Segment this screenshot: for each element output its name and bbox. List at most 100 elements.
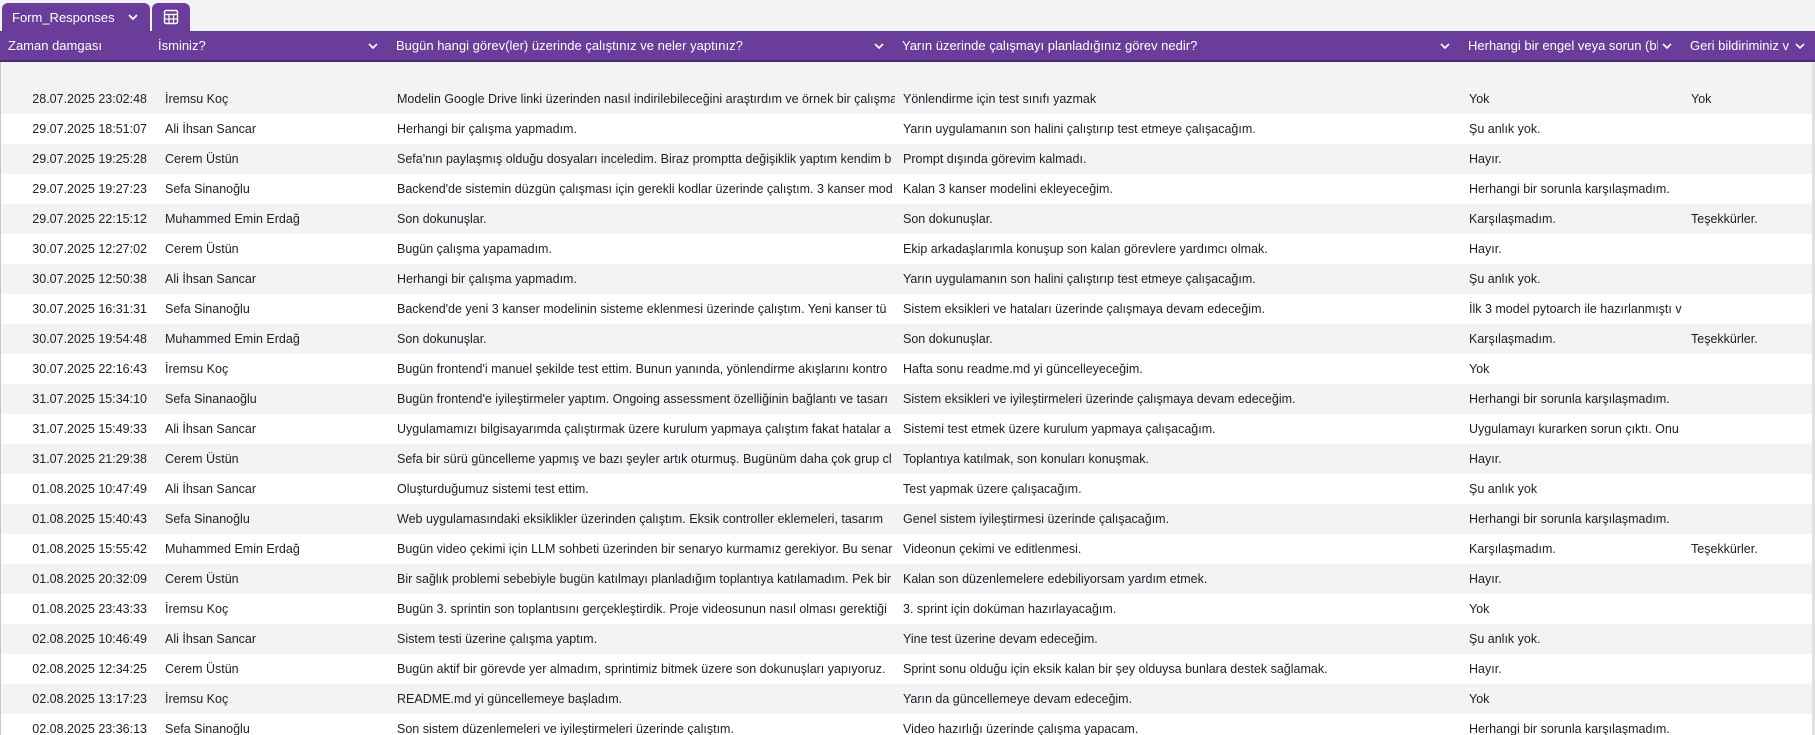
cell-today-tasks[interactable]: Bugün aktif bir görevde yer almadım, spr… xyxy=(389,654,895,684)
cell-name[interactable]: Ali İhsan Sancar xyxy=(157,474,391,504)
table-grid-icon[interactable] xyxy=(152,3,190,31)
cell-timestamp[interactable]: 29.07.2025 19:27:23 xyxy=(1,174,151,204)
cell-tomorrow-plan[interactable]: Sistemi test etmek üzere kurulum yapmaya… xyxy=(895,414,1467,444)
cell-today-tasks[interactable]: Uygulamamızı bilgisayarımda çalıştırmak … xyxy=(389,414,895,444)
cell-timestamp[interactable]: 28.07.2025 23:02:48 xyxy=(1,84,151,114)
column-header-today-tasks[interactable]: Bugün hangi görev(ler) üzerinde çalıştın… xyxy=(388,31,894,60)
table-row[interactable]: 30.07.2025 12:27:02 Cerem Üstün Bugün çalı… xyxy=(1,234,1815,264)
cell-timestamp[interactable]: 01.08.2025 10:47:49 xyxy=(1,474,151,504)
cell-name[interactable]: Cerem Üstün xyxy=(157,234,391,264)
cell-feedback[interactable]: Teşekkürler. xyxy=(1683,204,1813,234)
cell-tomorrow-plan[interactable]: Sistem eksikleri ve hataları üzerinde ça… xyxy=(895,294,1467,324)
cell-blockers[interactable]: İlk 3 model pytoarch ile hazırlanmıştı v xyxy=(1461,294,1683,324)
cell-name[interactable]: Sefa Sinanaoğlu xyxy=(157,384,391,414)
cell-name[interactable]: Sefa Sinanoğlu xyxy=(157,504,391,534)
cell-feedback[interactable] xyxy=(1683,654,1813,684)
cell-today-tasks[interactable]: Sefa bir sürü güncelleme yapmış ve bazı … xyxy=(389,444,895,474)
cell-name[interactable]: Cerem Üstün xyxy=(157,564,391,594)
cell-today-tasks[interactable]: Son dokunuşlar. xyxy=(389,324,895,354)
column-header-feedback[interactable]: Geri bildiriminiz v xyxy=(1682,31,1815,60)
cell-timestamp[interactable]: 29.07.2025 22:15:12 xyxy=(1,204,151,234)
chevron-down-icon[interactable] xyxy=(1436,40,1454,52)
cell-name[interactable]: Sefa Sinanoğlu xyxy=(157,714,391,735)
cell-name[interactable]: Sefa Sinanoğlu xyxy=(157,294,391,324)
cell-tomorrow-plan[interactable] xyxy=(895,62,1467,84)
table-row[interactable]: 28.07.2025 23:02:48 İremsu Koç Modelin Goo… xyxy=(1,84,1815,114)
cell-today-tasks[interactable]: Oluşturduğumuz sistemi test ettim. xyxy=(389,474,895,504)
cell-timestamp[interactable]: 30.07.2025 16:31:31 xyxy=(1,294,151,324)
cell-feedback[interactable] xyxy=(1683,714,1813,735)
cell-tomorrow-plan[interactable]: Genel sistem iyileştirmesi üzerinde çalı… xyxy=(895,504,1467,534)
cell-today-tasks[interactable]: Sistem testi üzerine çalışma yaptım. xyxy=(389,624,895,654)
cell-tomorrow-plan[interactable]: Yarın da güncellemeye devam edeceğim. xyxy=(895,684,1467,714)
cell-today-tasks[interactable]: Web uygulamasındaki eksiklikler üzerinde… xyxy=(389,504,895,534)
cell-name[interactable]: İremsu Koç xyxy=(157,594,391,624)
cell-tomorrow-plan[interactable]: Kalan 3 kanser modelini ekleyeceğim. xyxy=(895,174,1467,204)
cell-blockers[interactable]: Uygulamayı kurarken sorun çıktı. Onu xyxy=(1461,414,1683,444)
cell-timestamp[interactable]: 30.07.2025 12:50:38 xyxy=(1,264,151,294)
cell-today-tasks[interactable]: Bugün frontend'i manuel şekilde test ett… xyxy=(389,354,895,384)
cell-feedback[interactable] xyxy=(1683,62,1813,84)
cell-name[interactable]: İremsu Koç xyxy=(157,684,391,714)
cell-blockers[interactable]: Karşılaşmadım. xyxy=(1461,534,1683,564)
cell-today-tasks[interactable]: Modelin Google Drive linki üzerinden nas… xyxy=(389,84,895,114)
table-row[interactable]: 30.07.2025 19:54:48 Muhammed Emin Erdağ So… xyxy=(1,324,1815,354)
cell-feedback[interactable] xyxy=(1683,174,1813,204)
cell-today-tasks[interactable]: Sefa'nın paylaşmış olduğu dosyaları ince… xyxy=(389,144,895,174)
cell-blockers[interactable]: Şu anlık yok. xyxy=(1461,264,1683,294)
cell-timestamp[interactable]: 31.07.2025 15:34:10 xyxy=(1,384,151,414)
column-header-name[interactable]: İsminiz? xyxy=(150,31,388,60)
table-row[interactable]: 01.08.2025 23:43:33 İremsu Koç Bugün 3. sp… xyxy=(1,594,1815,624)
sheet-tab-form-responses[interactable]: Form_Responses xyxy=(2,3,150,31)
cell-tomorrow-plan[interactable]: Ekip arkadaşlarımla konuşup son kalan gö… xyxy=(895,234,1467,264)
cell-feedback[interactable] xyxy=(1683,144,1813,174)
table-row[interactable]: 29.07.2025 18:51:07 Ali İhsan Sancar Herha… xyxy=(1,114,1815,144)
cell-tomorrow-plan[interactable]: Yine test üzerine devam edeceğim. xyxy=(895,624,1467,654)
cell-timestamp[interactable]: 02.08.2025 12:34:25 xyxy=(1,654,151,684)
column-header-tomorrow-plan[interactable]: Yarın üzerinde çalışmayı planladığınız g… xyxy=(894,31,1460,60)
cell-tomorrow-plan[interactable]: Kalan son düzenlemelere edebiliyorsam ya… xyxy=(895,564,1467,594)
table-row[interactable]: 01.08.2025 20:32:09 Cerem Üstün Bir sağlık… xyxy=(1,564,1815,594)
cell-today-tasks[interactable]: Bugün video çekimi için LLM sohbeti üzer… xyxy=(389,534,895,564)
table-row[interactable]: 29.07.2025 19:25:28 Cerem Üstün Sefa'nın p… xyxy=(1,144,1815,174)
cell-name[interactable] xyxy=(157,62,391,84)
table-row[interactable]: 02.08.2025 13:17:23 İremsu Koç README.md y… xyxy=(1,684,1815,714)
cell-timestamp[interactable]: 01.08.2025 15:40:43 xyxy=(1,504,151,534)
cell-blockers[interactable]: Hayır. xyxy=(1461,654,1683,684)
cell-today-tasks[interactable]: Bugün frontend'e iyileştirmeler yaptım. … xyxy=(389,384,895,414)
cell-blockers[interactable]: Herhangi bir sorunla karşılaşmadım. xyxy=(1461,174,1683,204)
table-row[interactable]: 31.07.2025 15:34:10 Sefa Sinanaoğlu Bugün … xyxy=(1,384,1815,414)
cell-timestamp[interactable]: 02.08.2025 13:17:23 xyxy=(1,684,151,714)
cell-feedback[interactable] xyxy=(1683,594,1813,624)
cell-timestamp[interactable]: 01.08.2025 20:32:09 xyxy=(1,564,151,594)
chevron-down-icon[interactable] xyxy=(1791,40,1809,52)
cell-name[interactable]: Muhammed Emin Erdağ xyxy=(157,324,391,354)
cell-timestamp[interactable]: 02.08.2025 23:36:13 xyxy=(1,714,151,735)
cell-tomorrow-plan[interactable]: Hafta sonu readme.md yi güncelleyeceğim. xyxy=(895,354,1467,384)
cell-tomorrow-plan[interactable]: Video hazırlığı üzerinde çalışma yapacam… xyxy=(895,714,1467,735)
cell-blockers[interactable]: Herhangi bir sorunla karşılaşmadım. xyxy=(1461,504,1683,534)
cell-feedback[interactable] xyxy=(1683,114,1813,144)
chevron-down-icon[interactable] xyxy=(1658,40,1676,52)
table-row[interactable]: 30.07.2025 16:31:31 Sefa Sinanoğlu Backend… xyxy=(1,294,1815,324)
cell-name[interactable]: Ali İhsan Sancar xyxy=(157,624,391,654)
cell-feedback[interactable] xyxy=(1683,384,1813,414)
cell-feedback[interactable]: Yok xyxy=(1683,84,1813,114)
cell-today-tasks[interactable]: Bugün 3. sprintin son toplantısını gerçe… xyxy=(389,594,895,624)
cell-name[interactable]: Muhammed Emin Erdağ xyxy=(157,204,391,234)
cell-name[interactable]: Ali İhsan Sancar xyxy=(157,264,391,294)
cell-blockers[interactable]: Hayır. xyxy=(1461,444,1683,474)
table-row[interactable] xyxy=(1,62,1815,84)
table-row[interactable]: 01.08.2025 10:47:49 Ali İhsan Sancar Oluşt… xyxy=(1,474,1815,504)
cell-blockers[interactable]: Şu anlık yok xyxy=(1461,474,1683,504)
cell-name[interactable]: İremsu Koç xyxy=(157,354,391,384)
cell-today-tasks[interactable]: Herhangi bir çalışma yapmadım. xyxy=(389,264,895,294)
cell-name[interactable]: Cerem Üstün xyxy=(157,654,391,684)
cell-timestamp[interactable]: 31.07.2025 21:29:38 xyxy=(1,444,151,474)
cell-blockers[interactable]: Hayır. xyxy=(1461,234,1683,264)
cell-today-tasks[interactable]: Bir sağlık problemi sebebiyle bugün katı… xyxy=(389,564,895,594)
table-row[interactable]: 30.07.2025 22:16:43 İremsu Koç Bugün front… xyxy=(1,354,1815,384)
cell-timestamp[interactable]: 29.07.2025 18:51:07 xyxy=(1,114,151,144)
cell-tomorrow-plan[interactable]: Sistem eksikleri ve iyileştirmeleri üzer… xyxy=(895,384,1467,414)
table-row[interactable]: 02.08.2025 23:36:13 Sefa Sinanoğlu Son sis… xyxy=(1,714,1815,735)
